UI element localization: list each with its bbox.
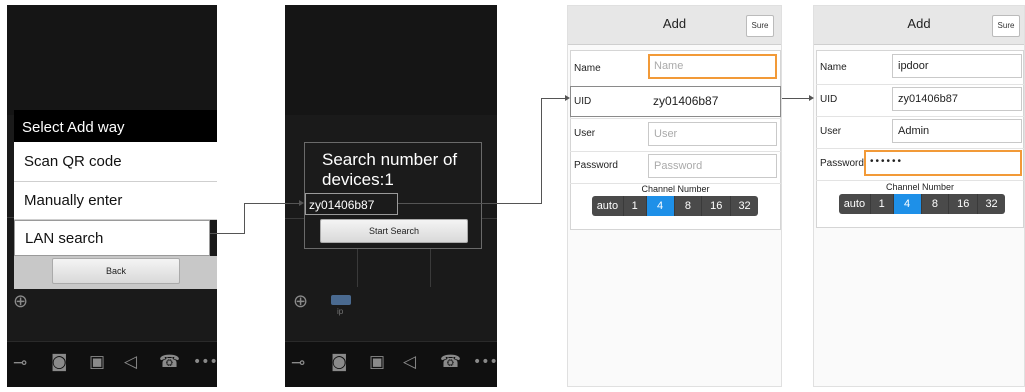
row-divider — [816, 148, 1024, 149]
channel-option[interactable]: auto — [839, 194, 871, 214]
phone-icon[interactable]: ☎ — [440, 354, 461, 371]
flow-connector — [398, 203, 541, 204]
user-label: User — [574, 128, 596, 139]
sure-button[interactable]: Sure — [746, 15, 774, 37]
dialog-title: Select Add way — [14, 110, 217, 146]
password-label: Password — [820, 158, 864, 169]
channel-option-selected[interactable]: 4 — [893, 194, 922, 214]
user-label: User — [820, 126, 842, 137]
channel-option[interactable]: 8 — [922, 194, 950, 214]
sure-button[interactable]: Sure — [992, 15, 1020, 37]
row-divider — [570, 151, 781, 152]
row-divider — [570, 118, 781, 119]
header-bar: Add Sure — [814, 6, 1024, 45]
flow-arrow-icon — [299, 200, 304, 206]
bottom-toolbar: ⊸ ◙ ▣ ◁ ☎ ••• — [285, 341, 497, 387]
key-icon[interactable]: ⊸ — [13, 355, 27, 372]
uid-label: UID — [820, 94, 838, 105]
uid-field[interactable]: zy01406b87 — [648, 90, 777, 114]
device-uid-item[interactable]: zy01406b87 — [305, 193, 398, 215]
top-area — [7, 5, 217, 115]
uid-label: UID — [574, 96, 592, 107]
channel-option[interactable]: 1 — [624, 196, 647, 216]
plus-icon[interactable]: ⊕ — [13, 293, 28, 311]
channel-option[interactable]: 16 — [949, 194, 979, 214]
channel-option[interactable]: auto — [592, 196, 624, 216]
header-bar: Add Sure — [568, 6, 781, 45]
flow-arrow-icon — [809, 95, 814, 101]
password-field[interactable]: Password — [648, 154, 777, 178]
flow-connector — [210, 233, 245, 234]
key-icon[interactable]: ⊸ — [291, 355, 305, 372]
user-field[interactable]: User — [648, 122, 777, 146]
option-lan-search[interactable]: LAN search — [14, 220, 210, 256]
channel-option[interactable]: 16 — [702, 196, 732, 216]
camera-icon[interactable]: ◙ — [331, 354, 348, 371]
channel-selector[interactable]: auto 1 4 8 16 32 — [839, 194, 1005, 214]
screen-add-filled: Add Sure Name ipdoor UID zy01406b87 User… — [813, 5, 1025, 387]
flow-connector — [782, 98, 812, 99]
name-field[interactable]: Name — [648, 54, 777, 79]
channel-option[interactable]: 1 — [871, 194, 894, 214]
channel-option[interactable]: 32 — [978, 194, 1005, 214]
flow-connector — [244, 203, 245, 234]
grid-line — [430, 249, 431, 287]
more-icon[interactable]: ••• — [473, 355, 497, 369]
password-field[interactable]: •••••• — [864, 150, 1022, 176]
video-icon[interactable]: ▣ — [89, 354, 105, 371]
channel-option-selected[interactable]: 4 — [646, 196, 675, 216]
channel-number-title: Channel Number — [641, 184, 710, 194]
more-icon[interactable]: ••• — [193, 355, 217, 369]
uid-field[interactable]: zy01406b87 — [892, 87, 1022, 111]
grid-line — [357, 249, 358, 287]
camera-thumbnail-icon[interactable] — [331, 295, 351, 305]
option-scan-qr[interactable]: Scan QR code — [14, 142, 217, 182]
screen-add-empty: Add Sure Name Name UID zy01406b87 User U… — [567, 5, 782, 387]
back-button[interactable]: Back — [52, 258, 180, 284]
channel-option[interactable]: 8 — [675, 196, 703, 216]
screen-lan-search: Search number of devices:1 zy01406b87 St… — [285, 5, 497, 387]
name-label: Name — [820, 62, 847, 73]
option-manual-enter[interactable]: Manually enter — [14, 182, 217, 220]
row-divider — [816, 116, 1024, 117]
video-icon[interactable]: ▣ — [369, 354, 385, 371]
bottom-toolbar: ⊸ ◙ ▣ ◁ ☎ ••• — [7, 341, 217, 387]
channel-number-title: Channel Number — [885, 182, 955, 192]
search-result-text: Search number of devices:1 — [322, 150, 458, 189]
name-field[interactable]: ipdoor — [892, 54, 1022, 78]
flow-connector — [541, 98, 542, 204]
camera-label: ip — [337, 307, 344, 316]
channel-option[interactable]: 32 — [731, 196, 758, 216]
top-area — [285, 5, 497, 115]
camera-icon[interactable]: ◙ — [51, 354, 68, 371]
flow-connector — [541, 98, 567, 99]
password-label: Password — [574, 160, 618, 171]
flow-arrow-icon — [565, 95, 570, 101]
phone-icon[interactable]: ☎ — [159, 354, 180, 371]
name-label: Name — [574, 63, 601, 74]
user-field[interactable]: Admin — [892, 119, 1022, 143]
channel-selector[interactable]: auto 1 4 8 16 32 — [592, 196, 758, 216]
row-divider — [816, 84, 1024, 85]
plus-icon[interactable]: ⊕ — [293, 293, 308, 311]
flow-connector — [244, 203, 300, 204]
row-divider — [816, 180, 1024, 181]
screen-select-add-way: Select Add way Scan QR code Manually ent… — [7, 5, 217, 387]
start-search-button[interactable]: Start Search — [320, 219, 468, 243]
speaker-icon[interactable]: ◁ — [403, 354, 416, 371]
speaker-icon[interactable]: ◁ — [124, 354, 137, 371]
